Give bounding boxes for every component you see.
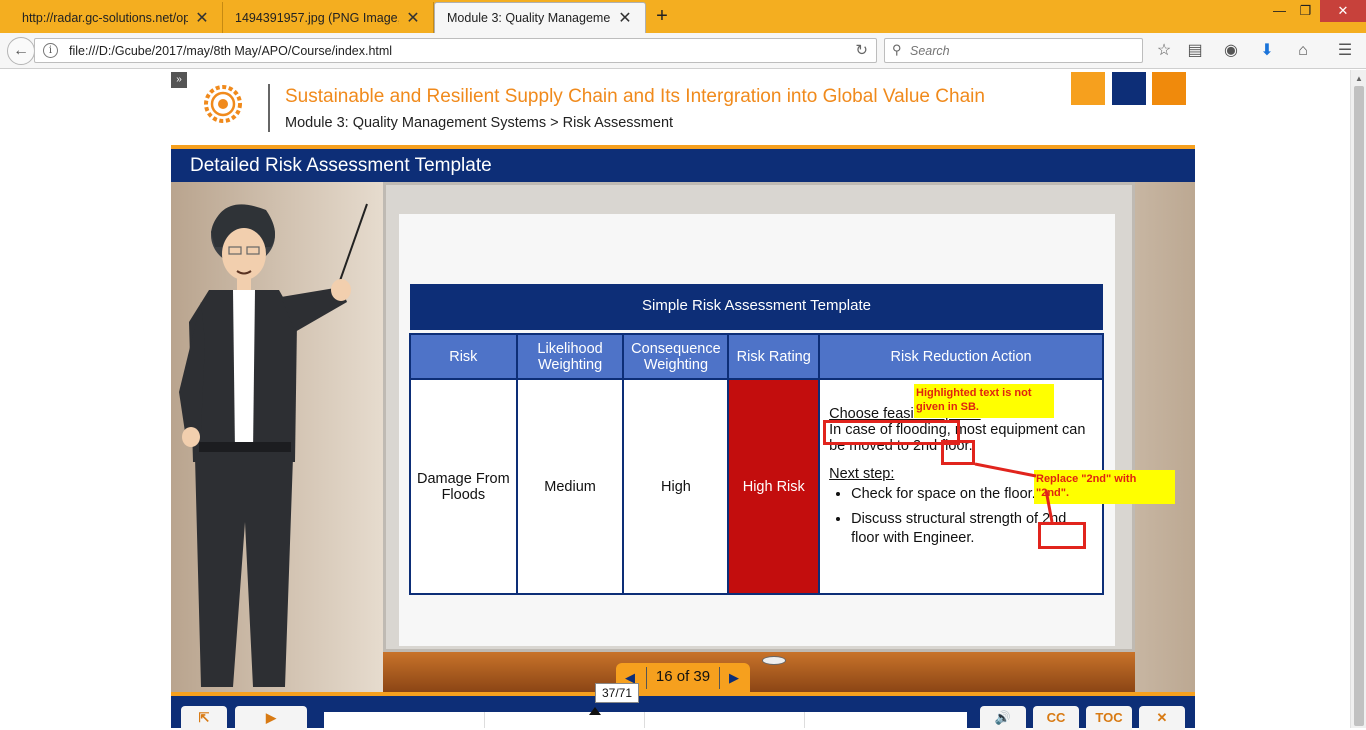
slide-heading-bar: Detailed Risk Assessment Template	[171, 145, 1195, 182]
search-icon: ⚲	[892, 42, 902, 57]
close-icon[interactable]: ✕	[1139, 706, 1185, 730]
cc-button[interactable]: CC	[1033, 706, 1079, 730]
menu-toggle-icon[interactable]: »	[171, 72, 187, 88]
back-icon[interactable]: ←	[7, 37, 35, 65]
cell-risk: Damage From Floods	[409, 378, 518, 595]
breadcrumb: Module 3: Quality Management Systems > R…	[285, 115, 674, 131]
tab-image[interactable]: 1494391957.jpg (PNG Image, 136 ✕	[223, 2, 434, 33]
new-tab-button[interactable]: +	[650, 5, 674, 27]
menu-icon[interactable]: ☰	[1334, 40, 1356, 62]
url-bar[interactable]: i file:///D:/Gcube/2017/may/8th May/APO/…	[34, 38, 877, 63]
cell-likelihood: Medium	[515, 378, 625, 595]
tab-title: http://radar.gc-solutions.net/op	[22, 10, 188, 25]
review-note-replace: Replace "2nd" with "2nd".	[1034, 470, 1175, 504]
cell-rating: High Risk	[727, 378, 821, 595]
tab-close-icon[interactable]: ✕	[405, 8, 421, 28]
tab-module3[interactable]: Module 3: Quality Management ✕	[434, 2, 646, 33]
reload-icon[interactable]: ↻	[855, 41, 868, 59]
progress-segment	[644, 712, 645, 728]
tab-radar[interactable]: http://radar.gc-solutions.net/op ✕	[10, 2, 223, 33]
review-note-line: Replace "2nd" with	[1036, 473, 1137, 485]
screen-pull-handle	[762, 656, 786, 665]
play-icon[interactable]: ▶	[235, 706, 307, 730]
pocket-icon[interactable]: ◉	[1220, 40, 1242, 62]
progress-segment	[484, 712, 485, 728]
slide-counter: 16 of 39	[655, 668, 711, 685]
home-icon[interactable]: ⌂	[1292, 40, 1314, 62]
search-input[interactable]	[910, 42, 1130, 59]
table-title: Simple Risk Assessment Template	[410, 284, 1103, 330]
tab-close-icon[interactable]: ✕	[194, 8, 210, 28]
column-header-rating: Risk Rating	[727, 333, 821, 380]
course-title: Sustainable and Resilient Supply Chain a…	[285, 86, 985, 107]
column-header-risk: Risk	[409, 333, 518, 380]
slide-heading: Detailed Risk Assessment Template	[190, 155, 492, 176]
bookmark-star-icon[interactable]: ☆	[1153, 40, 1175, 62]
progress-track[interactable]	[324, 707, 967, 728]
tab-title: 1494391957.jpg (PNG Image, 136	[235, 10, 399, 25]
divider	[719, 667, 720, 689]
risk-assessment-table: Risk Likelihood Weighting Consequence We…	[409, 333, 1104, 595]
divider	[646, 667, 647, 689]
window-close-button[interactable]: ✕	[1320, 0, 1366, 22]
search-box[interactable]: ⚲	[884, 38, 1143, 63]
progress-marker-icon[interactable]	[589, 707, 601, 715]
page-scrollbar[interactable]: ▲	[1350, 70, 1366, 728]
tab-close-icon[interactable]: ✕	[617, 8, 633, 28]
toc-button[interactable]: TOC	[1086, 706, 1132, 730]
decor-square-navy	[1112, 72, 1146, 105]
download-icon[interactable]: ⬇	[1256, 40, 1278, 62]
maximize-button[interactable]: ❐	[1292, 0, 1319, 22]
tab-bar: http://radar.gc-solutions.net/op ✕ 14943…	[0, 0, 1366, 33]
info-icon[interactable]: i	[43, 43, 58, 58]
progress-segment	[804, 712, 805, 728]
column-header-likelihood: Likelihood Weighting	[515, 333, 625, 380]
decor-square-orange	[1071, 72, 1105, 105]
exit-icon[interactable]: ⇱	[181, 706, 227, 730]
review-highlight-box	[941, 440, 975, 465]
reading-list-icon[interactable]: ▤	[1184, 40, 1206, 62]
review-highlight-box	[823, 420, 960, 445]
next-slide-icon[interactable]: ▶	[729, 670, 739, 686]
scroll-thumb[interactable]	[1354, 86, 1364, 726]
progress-tooltip: 37/71	[595, 683, 640, 703]
scroll-up-icon[interactable]: ▲	[1355, 74, 1363, 83]
column-header-action: Risk Reduction Action	[818, 333, 1104, 380]
cell-consequence: High	[622, 378, 730, 595]
table-header-row: Risk Likelihood Weighting Consequence We…	[409, 333, 1104, 380]
apo-logo	[204, 85, 242, 123]
header-divider	[268, 84, 270, 132]
review-highlight-box	[1038, 522, 1086, 549]
column-header-consequence: Consequence Weighting	[622, 333, 730, 380]
minimize-button[interactable]: —	[1266, 0, 1293, 22]
audio-icon[interactable]: 🔊	[980, 706, 1026, 730]
decor-square-dark-orange	[1152, 72, 1186, 105]
review-note-highlight: Highlighted text is not given in SB.	[914, 384, 1054, 418]
url-text[interactable]: file:///D:/Gcube/2017/may/8th May/APO/Co…	[69, 44, 392, 58]
presenter-character	[179, 203, 368, 687]
wooden-panel	[383, 652, 1135, 692]
review-note-line: "2nd".	[1036, 487, 1070, 499]
tab-title: Module 3: Quality Management	[447, 11, 611, 25]
navigation-toolbar: ← i file:///D:/Gcube/2017/may/8th May/AP…	[0, 33, 1366, 69]
